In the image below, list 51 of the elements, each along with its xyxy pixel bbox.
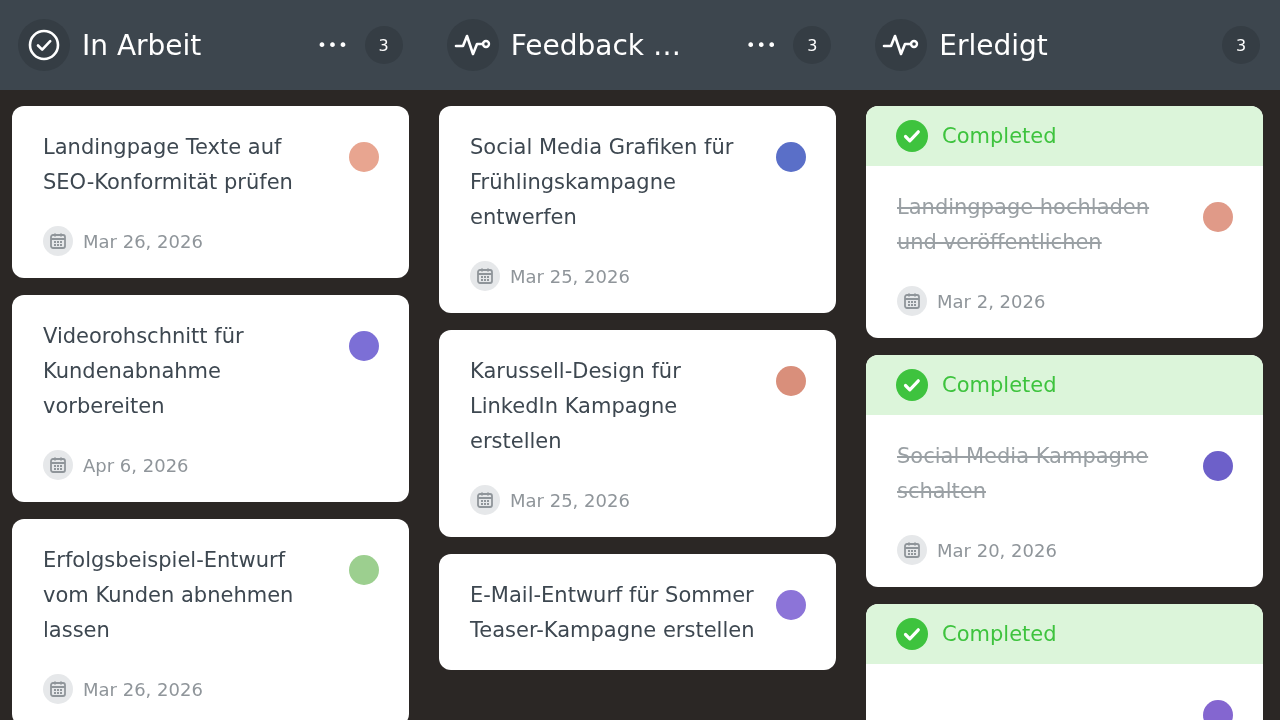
task-card[interactable]: Erfolgsbeispiel-Entwurf vom Kunden abnehmen lassen Mar 26, 2026 — [12, 519, 409, 720]
more-button[interactable]: ••• — [313, 31, 353, 59]
calendar-icon — [470, 261, 500, 291]
calendar-icon — [43, 450, 73, 480]
due-date: Mar 26, 2026 — [83, 230, 203, 252]
avatar — [776, 590, 806, 620]
due-date: Mar 20, 2026 — [937, 539, 1057, 561]
column-title: Feedback … — [510, 28, 682, 62]
status-label: Completed — [942, 622, 1057, 646]
task-card[interactable]: Karussell-Design für LinkedIn Kampagne erstellen Mar 25, 2026 — [439, 330, 836, 537]
task-title: Landingpage Texte auf SEO-Konformität prüfen — [43, 134, 294, 196]
due-date: Apr 6, 2026 — [83, 454, 189, 476]
task-title: Karussell-Design für LinkedIn Kampagne erstellen — [470, 358, 682, 455]
more-button[interactable]: ••• — [742, 31, 782, 59]
avatar — [1203, 202, 1233, 232]
avatar — [349, 555, 379, 585]
avatar — [1203, 451, 1233, 481]
count-badge: 3 — [364, 26, 403, 64]
calendar-icon — [897, 535, 927, 565]
status-label: Completed — [942, 124, 1057, 148]
task-card[interactable]: Social Media Grafiken für Frühlingskampagne entwerfen Mar 25, 2026 — [439, 106, 836, 313]
due-date: Mar 26, 2026 — [83, 678, 203, 700]
column-title: Erledigt — [939, 28, 1049, 62]
task-card[interactable]: Videorohschnitt für Kundenabnahme vorbereiten Apr 6, 2026 — [12, 295, 409, 502]
avatar — [776, 366, 806, 396]
check-circle-icon — [896, 369, 928, 401]
task-title: Erfolgsbeispiel-Entwurf vom Kunden abnehmen lassen — [43, 547, 295, 644]
calendar-icon — [470, 485, 500, 515]
task-title: Landingpage hochladen und veröffentlichen — [897, 194, 1151, 256]
task-title: Social Media Grafiken für Frühlingskampagne entwerfen — [470, 134, 735, 231]
task-title: Social Media Kampagne schalten — [897, 443, 1150, 505]
due-date: Mar 2, 2026 — [937, 290, 1046, 312]
check-circle-icon — [27, 28, 61, 62]
calendar-icon — [897, 286, 927, 316]
avatar — [776, 142, 806, 172]
task-title: E-Mail-Entwurf für Sommer Teaser-Kampagne erstellen — [470, 582, 756, 644]
calendar-icon — [43, 674, 73, 704]
task-card[interactable]: E-Mail-Entwurf für Sommer Teaser-Kampagne erstellen — [439, 554, 836, 670]
status-label: Completed — [942, 373, 1057, 397]
calendar-icon — [43, 226, 73, 256]
due-date: Mar 25, 2026 — [510, 489, 630, 511]
check-circle-icon — [896, 120, 928, 152]
avatar — [349, 142, 379, 172]
task-card[interactable]: Landingpage Texte auf SEO-Konformität prüfen Mar 26, 2026 — [12, 106, 409, 278]
count-badge: 3 — [1222, 26, 1260, 64]
avatar — [349, 331, 379, 361]
count-badge: 3 — [793, 26, 832, 64]
due-date: Mar 25, 2026 — [510, 265, 630, 287]
check-circle-icon — [896, 618, 928, 650]
task-title: Videorohschnitt für Kundenabnahme vorbereiten — [43, 323, 245, 420]
column-title: In Arbeit — [82, 28, 203, 62]
